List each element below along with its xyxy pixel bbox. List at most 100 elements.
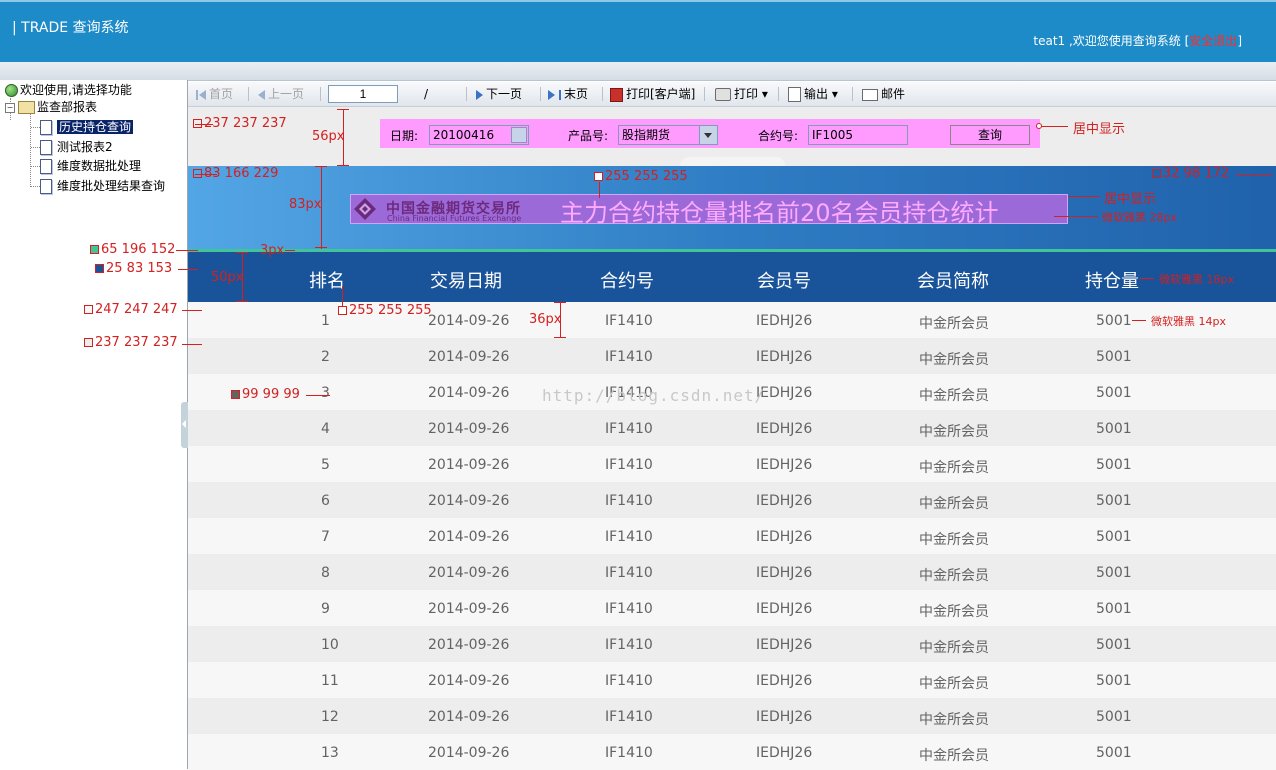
logout-link[interactable]: 安全退出	[1189, 34, 1237, 48]
annotation-color-title: 255 255 255	[594, 169, 688, 184]
chevron-down-icon: ▾	[831, 87, 838, 101]
sidebar-item-label[interactable]: 维度数据批处理	[57, 159, 141, 173]
cell-member-name: 中金所会员	[919, 424, 989, 440]
chevron-down-icon: ▾	[761, 87, 768, 101]
color-swatch	[1152, 169, 1161, 178]
cell-date: 2014-09-26	[428, 385, 510, 401]
date-value: 20100416	[433, 128, 495, 142]
contract-field[interactable]: IF1005	[808, 125, 908, 145]
color-swatch	[84, 338, 93, 347]
color-swatch	[231, 390, 240, 399]
cell-contract: IF1410	[605, 529, 653, 545]
table-row: 10 2014-09-26 IF1410 IEDHJ26 中金所会员 5001	[188, 626, 1276, 662]
cell-position: 5001	[1096, 709, 1132, 725]
toolbar-separator	[248, 87, 249, 101]
product-select[interactable]: 股指期货	[618, 125, 718, 145]
annotation-color-header-text: 255 255 255	[338, 303, 432, 318]
toolbar-separator	[540, 87, 541, 101]
next-page-button[interactable]: 下一页	[476, 85, 522, 103]
print-client-button[interactable]: 打印[客户端]	[610, 85, 695, 103]
next-page-icon	[476, 89, 483, 100]
annotation-center-query: 居中显示	[1073, 122, 1126, 137]
sidebar-item-batch-process[interactable]: 维度数据批处理	[0, 157, 141, 175]
tree-folder[interactable]: − 监查部报表	[0, 98, 97, 116]
last-page-button[interactable]: 末页	[548, 85, 588, 103]
sidebar-item-history-position[interactable]: 历史持仓查询	[0, 118, 134, 136]
cell-member-name: 中金所会员	[919, 316, 989, 332]
table-row: 4 2014-09-26 IF1410 IEDHJ26 中金所会员 5001	[188, 410, 1276, 446]
annotation-font-header: 微软雅黑 18px	[1159, 273, 1234, 286]
toggle-tab[interactable]	[680, 157, 785, 166]
cell-position: 5001	[1096, 601, 1132, 617]
cell-member-id: IEDHJ26	[756, 637, 813, 653]
first-page-button[interactable]: 首页	[196, 85, 233, 103]
last-page-bar-icon	[559, 89, 561, 100]
report-title: 主力合约持仓量排名前20名会员持仓统计	[560, 199, 999, 227]
prev-page-button[interactable]: 上一页	[258, 85, 304, 103]
contract-value: IF1005	[812, 128, 853, 142]
cell-member-name: 中金所会员	[919, 496, 989, 512]
annotation-height-query: 56px	[312, 129, 345, 144]
cell-member-id: IEDHJ26	[756, 493, 813, 509]
tree-root-label: 欢迎使用,请选择功能	[20, 83, 132, 97]
column-header-position: 持仓量	[1085, 271, 1139, 292]
cell-member-id: IEDHJ26	[756, 529, 813, 545]
chevron-down-icon[interactable]	[699, 126, 717, 144]
toolbar-separator	[602, 87, 603, 101]
cell-position: 5001	[1096, 493, 1132, 509]
sidebar-item-test-report[interactable]: 测试报表2	[0, 138, 113, 156]
annotation-leader	[599, 182, 600, 198]
annotation-color-cell-text: 99 99 99	[231, 387, 300, 402]
top-header: | TRADE 查询系统 teat1 ,欢迎您使用查询系统 [安全退出]	[0, 0, 1276, 62]
annotation-leader	[1054, 216, 1098, 217]
cell-contract: IF1410	[605, 637, 653, 653]
cell-position: 5001	[1096, 349, 1132, 365]
date-field[interactable]: 20100416	[429, 125, 529, 145]
table-row: 5 2014-09-26 IF1410 IEDHJ26 中金所会员 5001	[188, 446, 1276, 482]
query-button[interactable]: 查询	[950, 125, 1030, 145]
sidebar-item-label[interactable]: 测试报表2	[57, 140, 113, 154]
table-row: 8 2014-09-26 IF1410 IEDHJ26 中金所会员 5001	[188, 554, 1276, 590]
print-button[interactable]: 打印 ▾	[715, 85, 768, 103]
product-value: 股指期货	[622, 128, 671, 142]
sidebar-collapse-handle[interactable]	[181, 402, 188, 448]
page-number-input[interactable]	[328, 85, 398, 103]
mail-button[interactable]: 邮件	[862, 85, 905, 103]
tree-folder-label[interactable]: 监查部报表	[37, 100, 97, 114]
cell-member-name: 中金所会员	[919, 352, 989, 368]
cell-member-id: IEDHJ26	[756, 709, 813, 725]
table-body: 1 2014-09-26 IF1410 IEDHJ26 中金所会员 5001 2 2014-0…	[188, 302, 1276, 770]
calendar-icon[interactable]	[511, 127, 527, 143]
cell-contract: IF1410	[605, 601, 653, 617]
cell-position: 5001	[1096, 457, 1132, 473]
sidebar-item-batch-result[interactable]: 维度批处理结果查询	[0, 177, 165, 195]
annotation-height-thead: 50px	[211, 270, 244, 285]
annotation-label: 65 196 152	[101, 242, 176, 257]
cell-rank: 4	[321, 421, 330, 437]
annotation-dimension-cap	[337, 109, 349, 110]
cell-contract: IF1410	[605, 565, 653, 581]
table-row: 12 2014-09-26 IF1410 IEDHJ26 中金所会员 5001	[188, 698, 1276, 734]
cffex-logo-icon	[354, 198, 376, 220]
annotation-leader	[1038, 126, 1068, 127]
cell-date: 2014-09-26	[428, 529, 510, 545]
annotation-label: 255 255 255	[605, 169, 688, 184]
collapse-icon[interactable]: −	[5, 102, 15, 113]
annotation-leader	[285, 250, 295, 251]
first-page-label: 首页	[209, 87, 234, 101]
table-row: 13 2014-09-26 IF1410 IEDHJ26 中金所会员 5001	[188, 734, 1276, 770]
export-button[interactable]: 输出 ▾	[788, 85, 838, 103]
first-page-icon	[196, 89, 198, 100]
sidebar-item-label[interactable]: 历史持仓查询	[57, 120, 134, 134]
print-client-label: 打印[客户端]	[626, 87, 696, 101]
cell-rank: 5	[321, 457, 330, 473]
cell-member-id: IEDHJ26	[756, 349, 813, 365]
sidebar-item-label[interactable]: 维度批处理结果查询	[57, 179, 165, 193]
annotation-height-row: 36px	[529, 312, 562, 327]
cell-rank: 12	[321, 709, 339, 725]
column-header-member-id: 会员号	[757, 271, 811, 292]
cell-contract: IF1410	[605, 745, 653, 761]
annotation-height-accent: 3px	[260, 243, 285, 258]
annotation-dimension-cap	[554, 337, 566, 338]
annotation-leader	[178, 269, 198, 270]
